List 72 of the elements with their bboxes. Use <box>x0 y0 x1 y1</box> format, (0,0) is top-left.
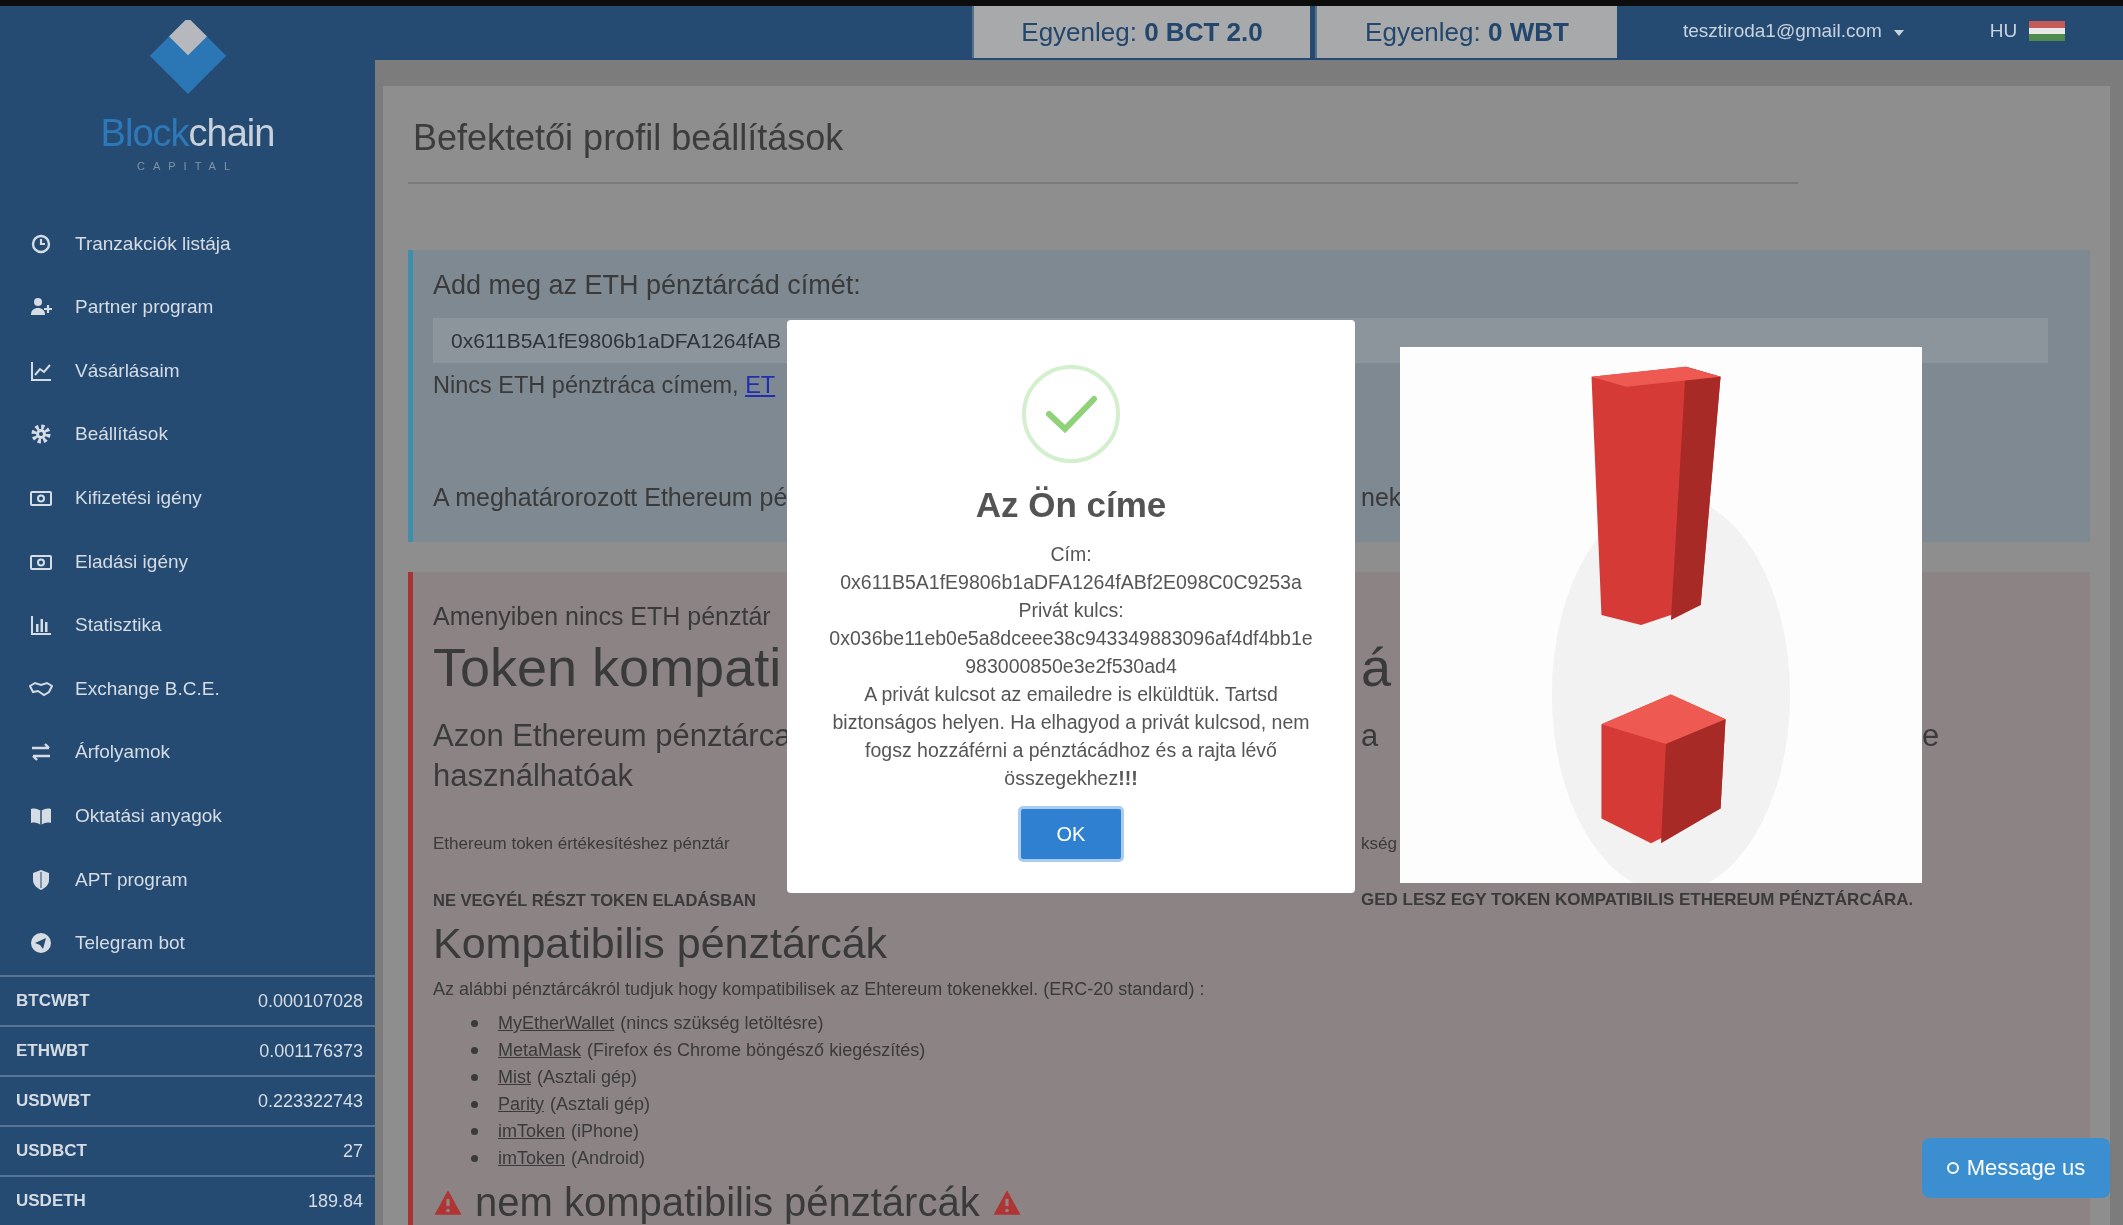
rate-pair: BTCWBT <box>16 991 90 1011</box>
rate-pair: ETHWBT <box>16 1041 89 1061</box>
warning-icon <box>991 1188 1022 1216</box>
rate-value: 0.001176373 <box>259 1040 363 1062</box>
warning-icon <box>433 1188 463 1216</box>
warning-text: NE VEGYÉL RÉSZT TOKEN ELADÁSBAN <box>433 890 756 911</box>
bullet-icon <box>471 1101 478 1108</box>
wallet-note: (nincs szükség letöltésre) <box>620 1013 824 1034</box>
note-text: nek <box>1361 482 1402 513</box>
flag-icon <box>2029 21 2066 41</box>
sidebar-item[interactable]: Partner program <box>0 275 375 340</box>
rate-value: 0.000107028 <box>257 990 363 1012</box>
paper-plane-icon <box>29 931 53 956</box>
ok-button[interactable]: OK <box>1018 806 1124 862</box>
dialog-text: A privát kulcsot az emailedre is elküldtük. Tartsd biztonságos helyen. Ha elhagyod a privát kulcsod, nem fogsz hozzáférni a pénztácádhoz és a rajta lévő összegekhez!!! <box>831 682 1311 791</box>
caret-icon <box>1893 30 1904 36</box>
info-text: kség <box>1361 833 1397 855</box>
section-heading: Token kompati <box>433 636 782 699</box>
wallet-note: (Firefox és Chrome böngésző kiegészítés) <box>587 1040 926 1061</box>
info-text: Ethereum token értékesítéshez pénztár <box>433 833 730 855</box>
sidebar-item[interactable]: Kifizetési igény <box>0 466 375 530</box>
bullet-icon <box>471 1074 478 1081</box>
bar-chart-icon <box>29 613 53 638</box>
sidebar-item[interactable]: Eladási igény <box>0 529 375 594</box>
subtitle-text: e <box>1922 717 1940 755</box>
rate-value: 189.84 <box>307 1190 363 1212</box>
subtitle-text: a <box>1361 717 1379 755</box>
sidebar-item[interactable]: APT program <box>0 847 375 912</box>
sidebar-item[interactable]: Telegram bot <box>0 911 375 975</box>
sidebar-item[interactable]: Statisztika <box>0 593 375 658</box>
wallet-note: (Asztali gép) <box>537 1067 638 1088</box>
bullet-icon <box>471 1020 478 1027</box>
section-heading: Kompatibilis pénztárcák <box>433 918 888 969</box>
rate-value: 0.223322743 <box>257 1090 363 1112</box>
subtitle-text: Azon Ethereum pénztárca <box>433 717 792 755</box>
checkmark-icon <box>1021 364 1121 464</box>
section-heading: á <box>1361 636 1392 699</box>
note-text: A meghatárorozott Ethereum pé <box>433 482 788 513</box>
sidebar-item[interactable]: Árfolyamok <box>0 720 375 785</box>
logo-wordmark: Blockchain <box>100 112 275 154</box>
page-title: Befektetői profil beállítások <box>412 116 844 160</box>
dialog-text: 0x611B5A1fE9806b1aDFA1264fABf2E098C0C9253a <box>839 570 1303 595</box>
sidebar-item[interactable]: Tranzakciók listája <box>0 211 375 276</box>
language-menu[interactable]: HU <box>1989 20 2018 42</box>
rate-pair: USDBCT <box>16 1141 87 1161</box>
wallet-note: (Asztali gép) <box>550 1094 651 1115</box>
sidebar-item[interactable]: Exchange B.C.E. <box>0 657 375 721</box>
rate-pair: USDWBT <box>16 1091 91 1111</box>
bullet-icon <box>471 1155 478 1162</box>
wallet-note: (Android) <box>571 1148 646 1169</box>
rate-pair: USDETH <box>16 1191 86 1211</box>
wallet-note: (iPhone) <box>571 1121 640 1142</box>
subtitle-text: használhatóak <box>433 757 633 795</box>
no-wallet-text: Nincs ETH pénztráca címem, <box>433 372 739 398</box>
chat-button[interactable]: Message us <box>1922 1138 2110 1198</box>
account-menu[interactable]: tesztiroda1@gmail.com <box>1683 20 1882 42</box>
body-text: Az alábbi pénztárcákról tudjuk hogy kompatibilisek az Ehtereum tokenekkel. (ERC-20 standard) : <box>433 978 1205 1001</box>
bullet-icon <box>471 1047 478 1054</box>
section-heading: nem kompatibilis pénztárcák <box>475 1180 980 1224</box>
dialog-text: Privát kulcs: <box>1017 598 1125 623</box>
logo-tagline: CAPITAL <box>137 160 238 172</box>
bullet-icon <box>471 1128 478 1135</box>
warning-text: GED LESZ EGY TOKEN KOMPATIBILIS ETHEREUM PÉNZTÁRCÁRA. <box>1361 889 1914 911</box>
rate-value: 27 <box>342 1140 363 1162</box>
dialog-title: Az Ön címe <box>975 484 1167 526</box>
field-label: Add meg az ETH pénztárcád címét: <box>433 269 861 302</box>
dialog-text: Cím: <box>1049 542 1093 567</box>
sidebar-item[interactable]: Beállítások <box>0 402 375 467</box>
intro-text: Amenyiben nincs ETH pénztár <box>433 601 772 632</box>
dialog-text: 0x036be11eb0e5a8dceee38c943349883096af4df4bb1e983000850e3e2f530ad4 <box>828 626 1314 679</box>
sidebar-item[interactable]: Vásárlásaim <box>0 339 375 403</box>
sidebar-item[interactable]: Oktatási anyagok <box>0 784 375 848</box>
